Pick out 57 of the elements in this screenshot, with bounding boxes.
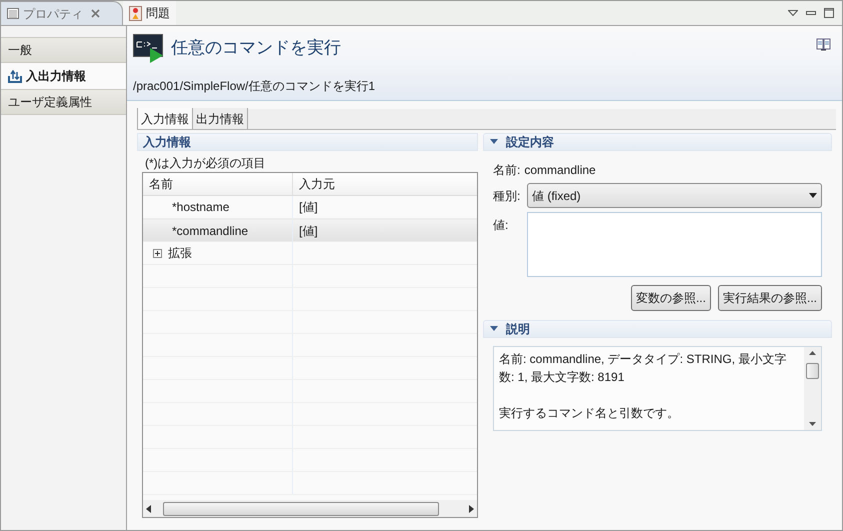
view-menu-icon[interactable] (788, 10, 798, 16)
value-label: 値: (493, 217, 510, 234)
path-label: /prac001/SimpleFlow/任意のコマンドを実行1 (133, 78, 376, 95)
name-value: commandline (524, 162, 596, 179)
tab[interactable]: 出力情報 (193, 108, 248, 129)
horizontal-scrollbar[interactable] (143, 500, 477, 517)
scrollbar-thumb[interactable] (163, 502, 439, 516)
vertical-scrollbar[interactable] (804, 347, 821, 430)
problems-icon (129, 6, 142, 20)
scroll-left-icon[interactable] (146, 504, 152, 512)
row-name: *hostname (172, 199, 230, 216)
description-text: 実行するコマンド名と引数です。 (499, 405, 680, 422)
section-header[interactable]: 設定内容 (483, 133, 832, 151)
description-text: 名前: commandline, データタイプ: STRING, 最小文字数: 1, 最大文字数: 8191 (499, 351, 788, 386)
sidebar-item[interactable]: 一般 (1, 37, 126, 63)
section-title: 入力情報 (143, 134, 191, 151)
reference-button[interactable]: 実行結果の参照... (718, 285, 822, 311)
row-source: [値] (299, 222, 318, 240)
row-name: *commandline (172, 222, 248, 240)
scroll-down-icon[interactable] (809, 422, 816, 426)
expand-icon[interactable] (153, 248, 162, 258)
table-row[interactable]: *commandline [値] (143, 219, 477, 242)
name-label: 名前: (493, 162, 520, 179)
page-title: 任意のコマンドを実行 (171, 37, 341, 59)
value-field[interactable] (527, 212, 822, 277)
section-title: 設定内容 (506, 134, 554, 151)
dropdown-arrow-icon (809, 193, 817, 198)
maximize-icon[interactable] (824, 8, 834, 18)
table-row[interactable]: 拡張 (143, 242, 477, 265)
type-dropdown[interactable]: 値 (fixed) (527, 183, 822, 208)
tab-label: 問題 (146, 5, 170, 22)
column-header[interactable]: 入力元 (293, 173, 477, 195)
close-icon[interactable] (91, 9, 100, 18)
column-header[interactable]: 名前 (143, 173, 293, 195)
tab[interactable]: 入力情報 (137, 108, 193, 129)
section-title: 説明 (506, 321, 530, 338)
row-source: [値] (299, 199, 318, 216)
reference-button[interactable]: 変数の参照... (630, 285, 711, 311)
table-icon (7, 8, 19, 19)
view-tab[interactable]: プロパティ (1, 1, 123, 25)
section-header[interactable]: 説明 (483, 320, 832, 338)
view-tab[interactable]: 問題 (123, 1, 176, 25)
collapse-icon[interactable] (490, 139, 498, 145)
book-icon[interactable] (816, 38, 831, 51)
terminal-icon (133, 34, 165, 64)
scroll-up-icon[interactable] (809, 351, 816, 355)
sidebar-item[interactable]: 入出力情報 (1, 63, 126, 89)
scrollbar-thumb[interactable] (806, 363, 819, 379)
row-name: 拡張 (168, 245, 192, 262)
upload-icon (8, 70, 22, 82)
required-note: (*)は入力が必須の項目 (145, 155, 267, 172)
type-label: 種別: (493, 188, 522, 204)
collapse-icon[interactable] (490, 326, 498, 332)
minimize-icon[interactable] (806, 10, 816, 16)
tab-label: プロパティ (23, 6, 83, 22)
sidebar-item[interactable]: ユーザ定義属性 (1, 89, 126, 115)
scroll-right-icon[interactable] (468, 504, 474, 512)
